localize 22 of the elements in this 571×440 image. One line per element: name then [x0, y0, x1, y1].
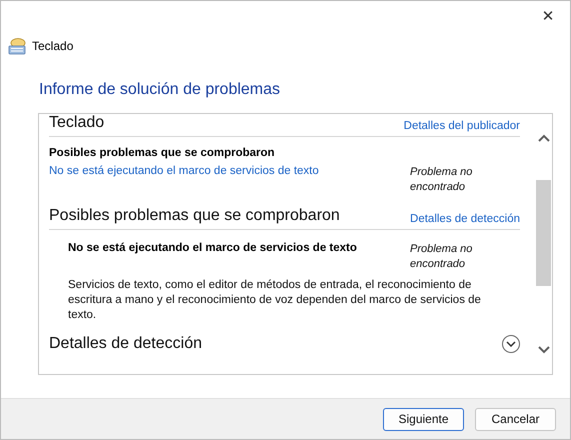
expand-button[interactable]	[502, 335, 520, 353]
section-title: Detalles de detección	[49, 335, 202, 353]
next-button[interactable]: Siguiente	[383, 408, 464, 430]
problem-link[interactable]: No se está ejecutando el marco de servicios de texto	[49, 165, 319, 195]
chevron-down-icon	[506, 341, 516, 347]
problem-description: Servicios de texto, como el editor de métodos de entrada, el reconocimiento de escritura a mano y el reconocimiento de voz dependen del marco de servicios de texto.	[68, 278, 482, 323]
scroll-up-icon[interactable]	[538, 134, 550, 142]
page-heading: Informe de solución de problemas	[39, 81, 282, 99]
section-title: Teclado	[49, 114, 104, 132]
scroll-down-icon[interactable]	[538, 346, 550, 354]
scrollbar-thumb[interactable]	[536, 180, 551, 286]
close-button[interactable]: ✕	[528, 1, 568, 31]
section-title: Posibles problemas que se comprobaron	[49, 207, 340, 225]
subheading: Posibles problemas que se comprobaron	[49, 147, 276, 159]
problem-status: Problema no encontrado	[410, 242, 474, 272]
problem-status: Problema no encontrado	[410, 165, 474, 195]
cancel-button[interactable]: Cancelar	[475, 408, 556, 430]
details-link[interactable]: Detalles de detección	[410, 213, 520, 225]
keyboard-icon	[8, 38, 26, 54]
window-title: Teclado	[32, 39, 74, 53]
details-link[interactable]: Detalles del publicador	[404, 120, 520, 132]
problem-title: No se está ejecutando el marco de servicios de texto	[68, 242, 357, 256]
